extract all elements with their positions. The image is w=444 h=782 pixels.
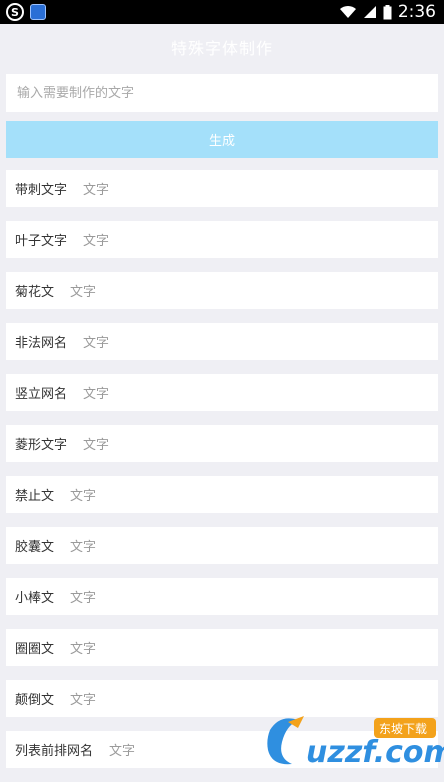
style-name: 列表前排网名	[15, 744, 94, 759]
style-preview: 文字	[70, 642, 97, 657]
status-time: 2:36	[397, 2, 436, 22]
style-preview: 文字	[70, 540, 97, 555]
style-name: 胶囊文	[15, 540, 55, 555]
list-item[interactable]: 非法网名 文字	[6, 323, 438, 360]
style-preview: 文字	[70, 591, 97, 606]
generate-button[interactable]: 生成	[6, 121, 438, 158]
style-name: 颠倒文	[15, 693, 55, 708]
style-name: 禁止文	[15, 489, 55, 504]
list-item[interactable]: 颠倒文 文字	[6, 680, 438, 717]
list-item[interactable]: 小棒文 文字	[6, 578, 438, 615]
list-item[interactable]: 竖立网名 文字	[6, 374, 438, 411]
font-style-list: 带刺文字 文字 叶子文字 文字 菊花文 文字 非法网名 文字 竖立网名 文字 菱形文字 文字 禁止文 文字…	[6, 170, 438, 782]
app-header: 特殊字体制作	[0, 24, 444, 70]
sogou-icon: S	[6, 3, 24, 21]
style-name: 竖立网名	[15, 387, 68, 402]
style-preview: 文字	[83, 438, 110, 453]
style-name: 带刺文字	[15, 183, 68, 198]
status-bar: S 2:36	[0, 0, 444, 24]
status-left: S	[6, 3, 46, 21]
list-item[interactable]: 圈圈文 文字	[6, 629, 438, 666]
style-preview: 文字	[109, 744, 136, 759]
battery-icon	[383, 4, 392, 19]
list-item[interactable]: 胶囊文 文字	[6, 527, 438, 564]
list-item[interactable]: 列表前排网名 文字	[6, 731, 438, 768]
style-name: 小棒文	[15, 591, 55, 606]
style-preview: 文字	[70, 489, 97, 504]
style-name: 非法网名	[15, 336, 68, 351]
style-name: 菱形文字	[15, 438, 68, 453]
list-item[interactable]: 菱形文字 文字	[6, 425, 438, 462]
list-item[interactable]: 菊花文 文字	[6, 272, 438, 309]
status-right: 2:36	[339, 2, 436, 22]
style-preview: 文字	[70, 285, 97, 300]
page-title: 特殊字体制作	[170, 39, 273, 58]
style-name: 圈圈文	[15, 642, 55, 657]
text-input[interactable]	[17, 74, 438, 112]
list-item[interactable]: 禁止文 文字	[6, 476, 438, 513]
style-name: 菊花文	[15, 285, 55, 300]
style-preview: 文字	[83, 234, 110, 249]
app-icon	[30, 4, 46, 20]
wifi-icon	[339, 5, 356, 18]
list-item[interactable]: 叶子文字 文字	[6, 221, 438, 258]
signal-icon	[363, 6, 376, 18]
style-preview: 文字	[83, 336, 110, 351]
style-preview: 文字	[70, 693, 97, 708]
style-name: 叶子文字	[15, 234, 68, 249]
style-preview: 文字	[83, 387, 110, 402]
text-input-row[interactable]	[6, 74, 438, 112]
list-item[interactable]: 带刺文字 文字	[6, 170, 438, 207]
style-preview: 文字	[83, 183, 110, 198]
